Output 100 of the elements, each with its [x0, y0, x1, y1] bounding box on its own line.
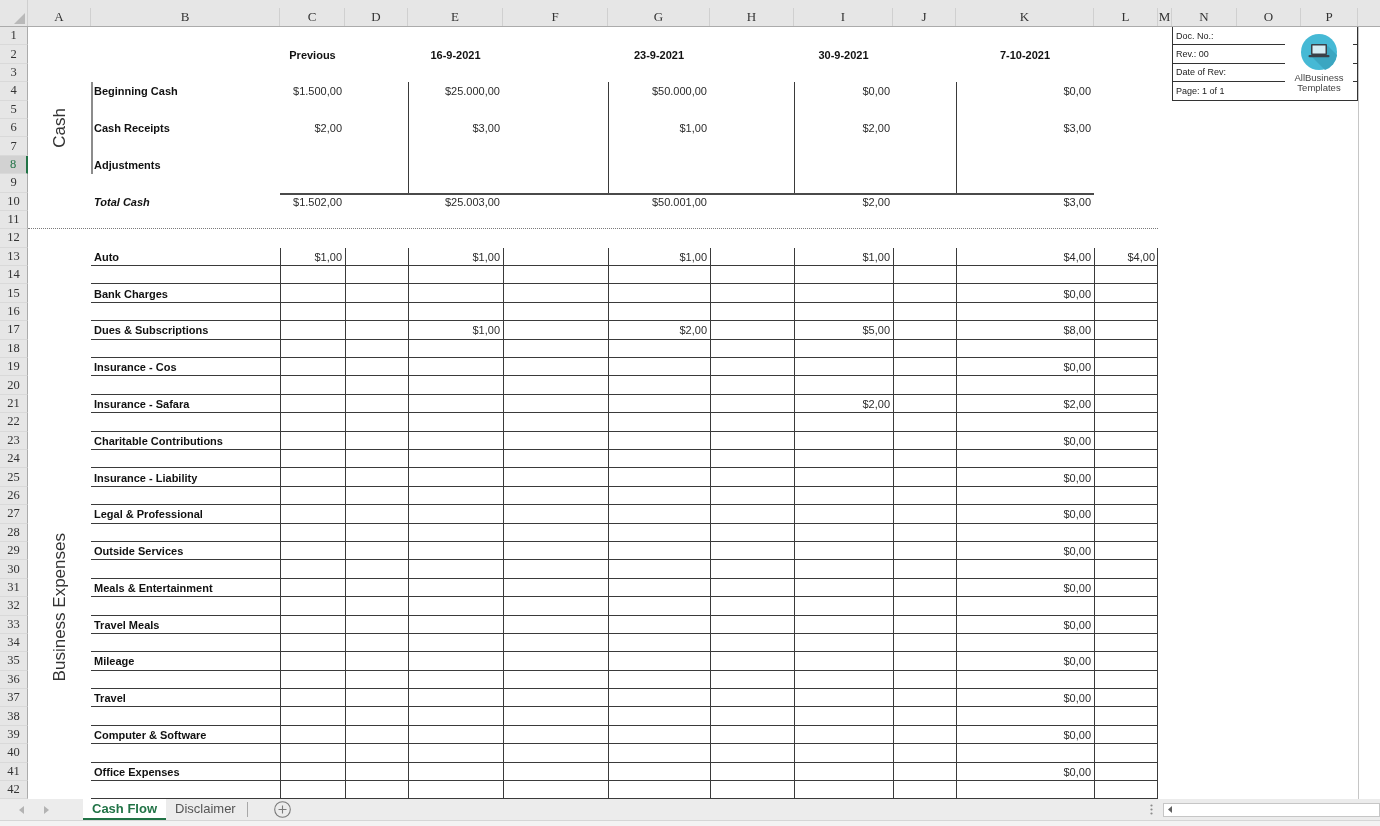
plus-circle-icon[interactable] — [273, 801, 291, 819]
sheet-tab[interactable]: Cash Flow — [83, 799, 166, 821]
vertical-dots-icon[interactable] — [1150, 804, 1153, 816]
row-header[interactable]: 17 — [0, 321, 28, 340]
amount-value: $4,00 — [1063, 250, 1091, 263]
column-header[interactable]: H — [710, 8, 794, 26]
row-header[interactable]: 12 — [0, 229, 28, 248]
row-header[interactable]: 32 — [0, 597, 28, 616]
row-header[interactable]: 37 — [0, 689, 28, 708]
category-label: Outside Services — [94, 545, 184, 558]
period-heading: 7-10-2021 — [999, 48, 1051, 61]
category-label: Computer & Software — [94, 729, 207, 742]
category-label: Dues & Subscriptions — [94, 324, 209, 337]
caret-left-icon[interactable] — [1168, 806, 1172, 814]
amount-value: $0,00 — [1063, 471, 1091, 484]
amount-value: $0,00 — [1063, 434, 1091, 447]
logo-text: AllBusiness Templates — [1293, 73, 1345, 93]
category-label: Cash Receipts — [94, 122, 170, 135]
amount-value: $1.500,00 — [293, 85, 342, 98]
row-header[interactable]: 7 — [0, 137, 28, 156]
category-label: Auto — [94, 250, 120, 263]
row-header[interactable]: 15 — [0, 284, 28, 303]
period-heading: 23-9-2021 — [633, 48, 685, 61]
column-header[interactable]: N — [1172, 8, 1237, 26]
row-header[interactable]: 9 — [0, 174, 28, 193]
column-header[interactable]: O — [1237, 8, 1301, 26]
column-header[interactable]: D — [345, 8, 408, 26]
column-header[interactable]: B — [91, 8, 280, 26]
amount-value: $0,00 — [1063, 729, 1091, 742]
amount-value: $1,00 — [679, 122, 707, 135]
column-header[interactable]: A — [28, 8, 91, 26]
amount-value: $0,00 — [1063, 545, 1091, 558]
row-header[interactable]: 35 — [0, 652, 28, 671]
amount-value: $3,00 — [1063, 122, 1091, 135]
total-amount: $2,00 — [862, 195, 890, 208]
amount-value: $0,00 — [1063, 287, 1091, 300]
row-header[interactable]: 19 — [0, 358, 28, 377]
category-label: Legal & Professional — [94, 508, 203, 521]
amount-value: $50.000,00 — [651, 85, 707, 98]
total-amount: $25.003,00 — [444, 195, 500, 208]
amount-value: $2,00 — [1063, 398, 1091, 410]
category-label: Meals & Entertainment — [94, 581, 213, 594]
sheet-tab[interactable]: Disclaimer — [166, 799, 245, 821]
caret-right-icon[interactable] — [44, 805, 49, 814]
doc-field: Rev.: 00 — [1176, 49, 1209, 60]
row-header[interactable]: 38 — [0, 707, 28, 726]
amount-value: $5,00 — [862, 324, 890, 337]
total-amount: $3,00 — [1063, 195, 1091, 208]
amount-value: $1,00 — [472, 250, 500, 263]
column-header[interactable]: J — [893, 8, 956, 26]
row-header[interactable]: 42 — [0, 781, 28, 800]
column-header[interactable]: M — [1158, 8, 1172, 26]
amount-value: $4,00 — [1127, 250, 1155, 263]
column-header[interactable]: F — [503, 8, 608, 26]
category-label: Insurance - Safara — [94, 398, 190, 410]
category-label: Mileage — [94, 655, 135, 668]
section-label: Cash — [49, 108, 70, 148]
column-header[interactable]: K — [956, 8, 1094, 26]
column-header[interactable]: P — [1301, 8, 1358, 26]
amount-value: $0,00 — [1063, 361, 1091, 374]
category-label: Charitable Contributions — [94, 434, 223, 447]
section-label: Business Expenses — [49, 533, 70, 682]
column-header[interactable]: I — [794, 8, 893, 26]
category-label: Office Expenses — [94, 765, 180, 778]
row-header[interactable]: 14 — [0, 266, 28, 285]
period-heading: 30-9-2021 — [818, 48, 869, 61]
column-header[interactable]: G — [608, 8, 710, 26]
amount-value: $2,00 — [679, 324, 707, 337]
category-label: Bank Charges — [94, 287, 168, 300]
total-amount: $50.001,00 — [651, 195, 707, 208]
column-header[interactable]: L — [1094, 8, 1158, 26]
category-label: Beginning Cash — [94, 85, 178, 98]
category-label: Travel Meals — [94, 618, 160, 631]
amount-value: $0,00 — [1063, 692, 1091, 705]
row-header[interactable]: 2 — [0, 45, 28, 64]
row-header[interactable]: 27 — [0, 505, 28, 524]
amount-value: $1,00 — [862, 250, 890, 263]
row-header[interactable]: 20 — [0, 376, 28, 395]
doc-field: Doc. No.: — [1176, 30, 1214, 41]
total-amount: $1.502,00 — [293, 195, 342, 208]
amount-value: $0,00 — [1063, 655, 1091, 668]
amount-value: $1,00 — [314, 250, 342, 263]
column-header[interactable]: C — [280, 8, 345, 26]
select-all-icon[interactable] — [14, 13, 25, 24]
column-header[interactable]: E — [408, 8, 503, 26]
horizontal-scrollbar[interactable] — [1163, 802, 1380, 817]
amount-value: $0,00 — [1063, 581, 1091, 594]
amount-value: $2,00 — [314, 122, 342, 135]
category-label: Insurance - Cos — [94, 361, 177, 374]
row-header[interactable]: 30 — [0, 560, 28, 579]
row-header[interactable]: 25 — [0, 468, 28, 487]
doc-field: Date of Rev: — [1176, 67, 1227, 78]
row-header[interactable]: 40 — [0, 744, 28, 763]
period-heading: Previous — [289, 48, 336, 61]
row-header[interactable]: 4 — [0, 82, 28, 101]
category-label: Adjustments — [94, 158, 161, 171]
row-header[interactable]: 22 — [0, 413, 28, 432]
amount-value: $0,00 — [1063, 508, 1091, 521]
row-header[interactable]: 1 — [0, 27, 28, 46]
amount-value: $1,00 — [472, 324, 500, 337]
